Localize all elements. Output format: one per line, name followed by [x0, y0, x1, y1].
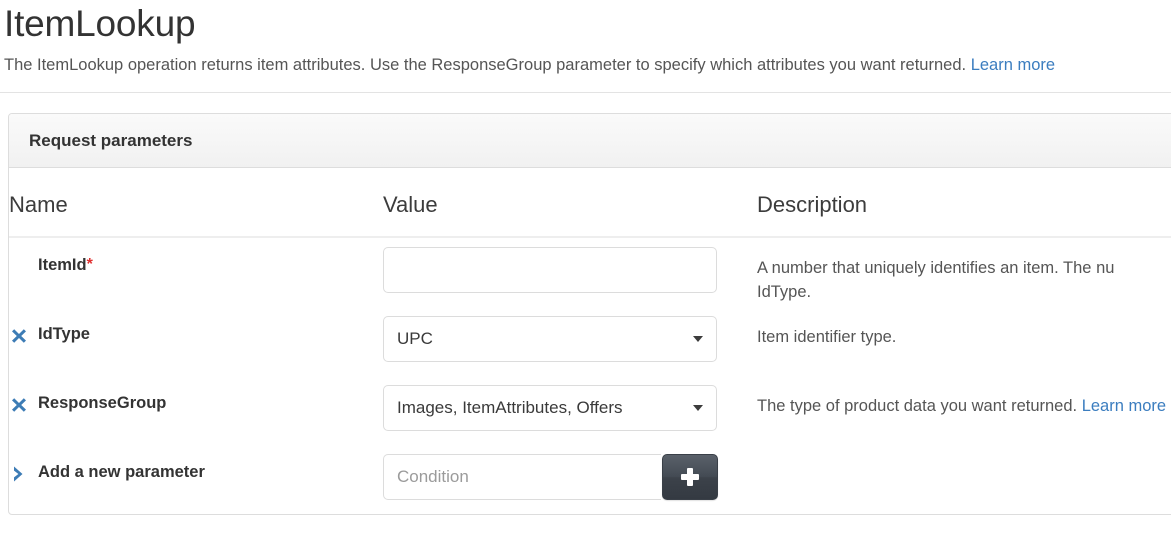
column-header-value: Value — [383, 168, 757, 237]
param-label: ResponseGroup — [38, 394, 166, 413]
request-parameters-panel: Request parameters Name Value Descriptio… — [8, 113, 1171, 515]
required-asterisk: * — [87, 256, 93, 274]
plus-icon — [681, 468, 699, 486]
description-learn-more-link[interactable]: Learn more — [1082, 397, 1166, 415]
param-name-idtype: IdType — [9, 307, 383, 345]
new-parameter-input[interactable] — [383, 454, 661, 500]
param-name-cell: IdType — [9, 307, 383, 376]
param-value-cell: Images, ItemAttributes, Offers — [383, 376, 757, 445]
param-name-itemid: ItemId* — [9, 238, 383, 275]
description-line-1: The type of product data you want return… — [757, 397, 1082, 415]
param-label: ItemId — [38, 256, 87, 275]
description-line-1: Item identifier type. — [757, 328, 896, 346]
param-name-cell: ResponseGroup — [9, 376, 383, 445]
responsegroup-select[interactable]: Images, ItemAttributes, Offers — [383, 385, 717, 431]
table-row: ItemId* A number that uniquely identifie… — [9, 237, 1171, 307]
param-value-wrapper: UPC — [383, 307, 757, 362]
param-description-cell: A number that uniquely identifies an ite… — [757, 237, 1171, 307]
column-header-name: Name — [9, 168, 383, 237]
param-name-cell: ItemId* — [9, 237, 383, 307]
param-description-cell — [757, 445, 1171, 514]
header-divider — [0, 92, 1171, 93]
param-value-cell: UPC — [383, 307, 757, 376]
itemid-input[interactable] — [383, 247, 717, 293]
param-label: IdType — [38, 325, 90, 344]
page-intro-text: The ItemLookup operation returns item at… — [4, 56, 966, 74]
table-header: Name Value Description — [9, 168, 1171, 237]
chevron-down-icon — [693, 336, 703, 342]
intro-learn-more-link[interactable]: Learn more — [971, 56, 1055, 74]
param-description-cell: The type of product data you want return… — [757, 376, 1171, 445]
add-parameter-label: Add a new parameter — [38, 463, 205, 482]
table-header-row: Name Value Description — [9, 168, 1171, 237]
remove-x-icon[interactable] — [9, 395, 29, 415]
responsegroup-select-value: Images, ItemAttributes, Offers — [397, 398, 685, 418]
description-line-1: A number that uniquely identifies an ite… — [757, 259, 1114, 277]
description-line-2: IdType. — [757, 283, 811, 301]
add-parameter-group — [383, 454, 718, 500]
param-description-idtype: Item identifier type. — [757, 307, 1171, 349]
param-name-add-new: Add a new parameter — [9, 445, 383, 483]
remove-x-icon[interactable] — [9, 326, 29, 346]
param-value-wrapper — [383, 445, 757, 500]
param-description-cell: Item identifier type. — [757, 307, 1171, 376]
item-lookup-page: ItemLookup The ItemLookup operation retu… — [0, 0, 1171, 559]
param-description-responsegroup: The type of product data you want return… — [757, 376, 1171, 418]
idtype-select-value: UPC — [397, 329, 685, 349]
param-name-responsegroup: ResponseGroup — [9, 376, 383, 414]
panel-body: Name Value Description ItemId* — [9, 168, 1171, 514]
table-row: Add a new parameter — [9, 445, 1171, 514]
parameters-table: Name Value Description ItemId* — [9, 168, 1171, 514]
param-value-cell — [383, 237, 757, 307]
param-description-add-new — [757, 445, 1171, 463]
param-description-itemid: A number that uniquely identifies an ite… — [757, 238, 1171, 304]
table-row: IdType UPC — [9, 307, 1171, 376]
param-value-wrapper: Images, ItemAttributes, Offers — [383, 376, 757, 431]
param-name-cell: Add a new parameter — [9, 445, 383, 514]
table-body: ItemId* A number that uniquely identifie… — [9, 237, 1171, 514]
chevron-down-icon — [693, 405, 703, 411]
page-intro: The ItemLookup operation returns item at… — [0, 46, 1171, 76]
column-header-description: Description — [757, 168, 1171, 237]
page-title: ItemLookup — [0, 0, 1171, 46]
idtype-select[interactable]: UPC — [383, 316, 717, 362]
add-parameter-button[interactable] — [662, 454, 718, 500]
panel-heading-title: Request parameters — [29, 131, 192, 151]
param-value-cell — [383, 445, 757, 514]
param-value-wrapper — [383, 238, 757, 293]
table-row: ResponseGroup Images, ItemAttributes, Of… — [9, 376, 1171, 445]
panel-heading: Request parameters — [9, 114, 1171, 168]
chevron-right-icon[interactable] — [9, 464, 29, 484]
